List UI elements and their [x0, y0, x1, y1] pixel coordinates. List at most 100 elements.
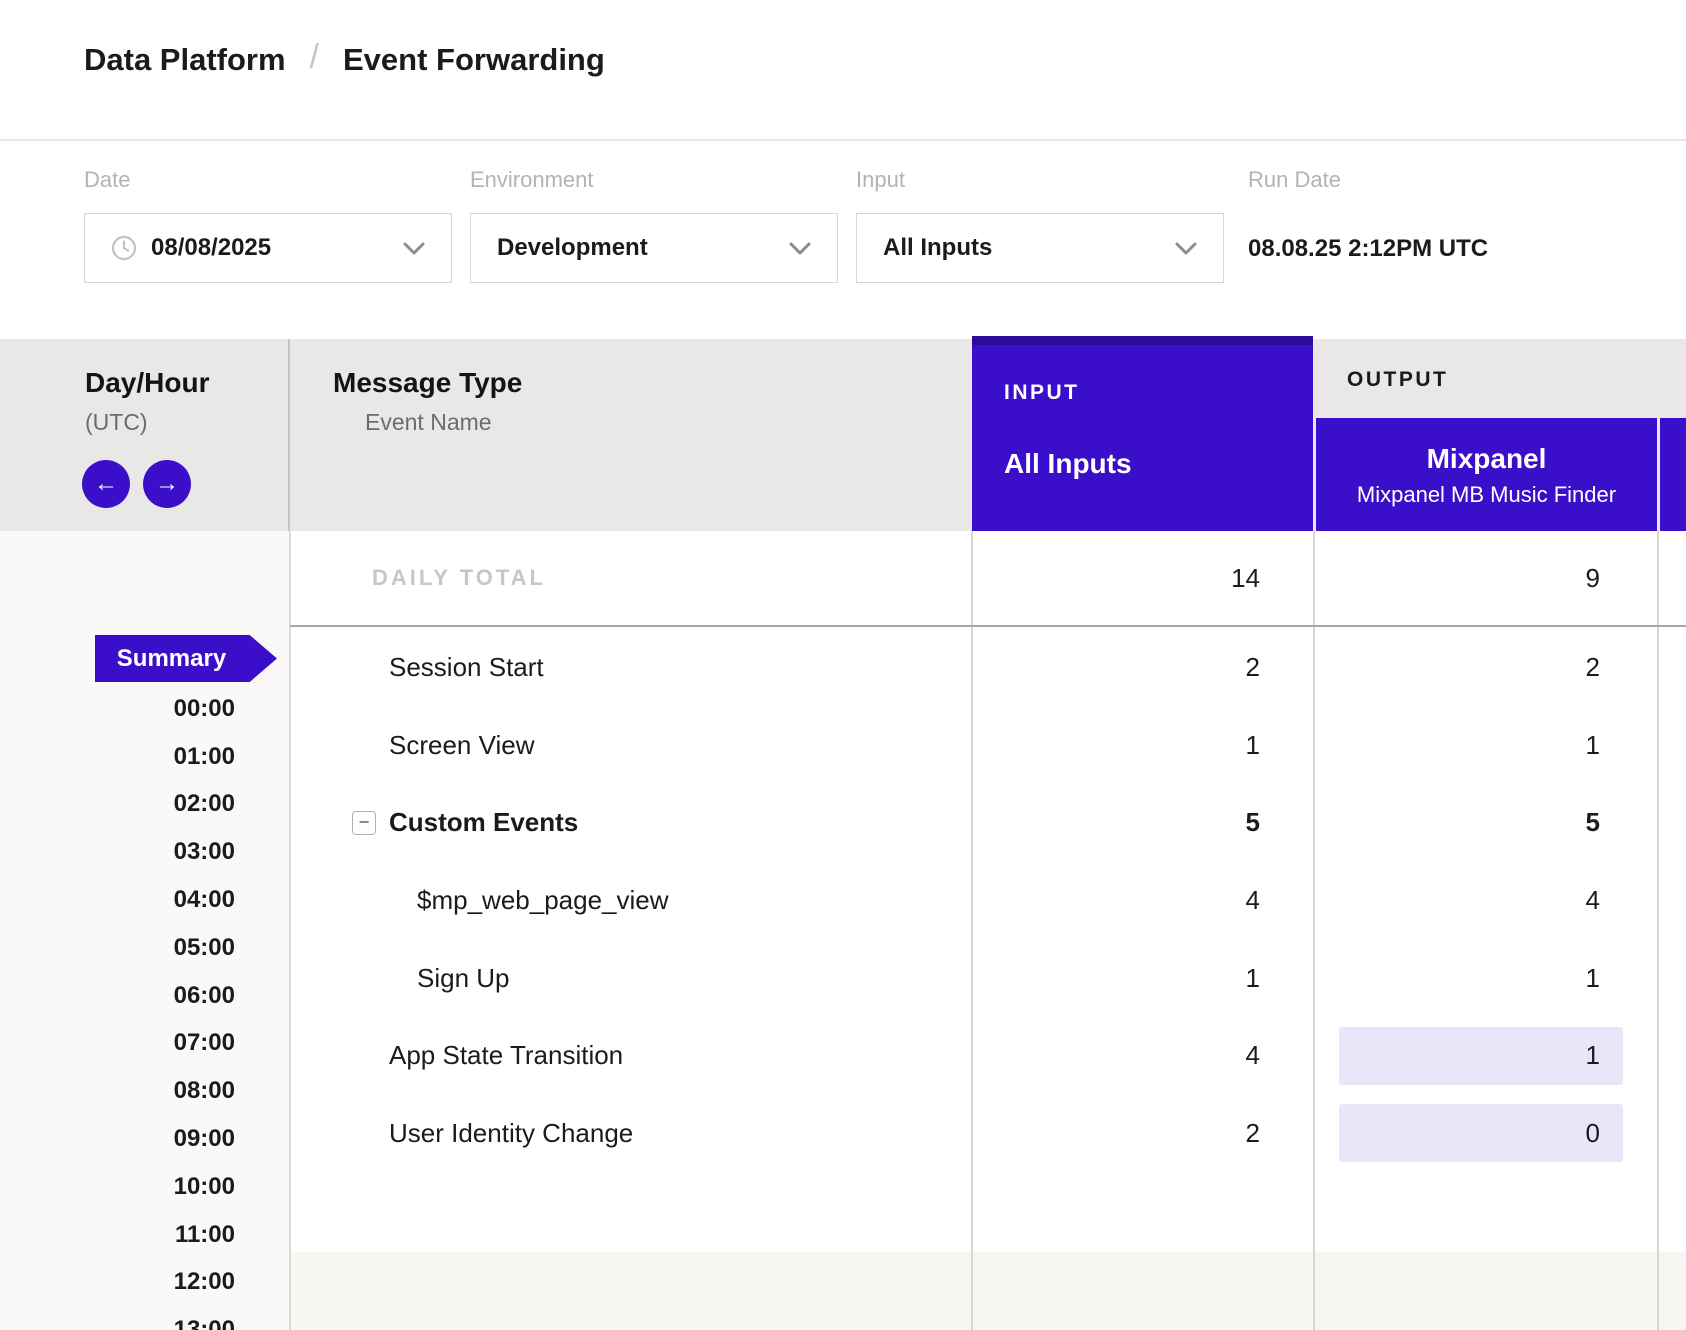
breadcrumb-section[interactable]: Data Platform [84, 42, 286, 78]
output-count-cell: 5 [1313, 784, 1657, 862]
hour-item[interactable]: 03:00 [0, 828, 235, 876]
input-count-cell: 1 [972, 939, 1313, 1017]
environment-value: Development [497, 234, 648, 262]
input-count-cell: 2 [972, 629, 1313, 707]
prev-day-button[interactable]: ← [82, 460, 130, 508]
collapse-toggle-icon[interactable]: − [352, 811, 376, 835]
page-title: Event Forwarding [343, 42, 605, 78]
row-label: App State Transition [389, 1040, 623, 1071]
chevron-down-icon [1175, 242, 1197, 261]
output-section-label: OUTPUT [1347, 368, 1448, 392]
date-dropdown[interactable]: 08/08/2025 [84, 213, 452, 283]
input-label: Input [856, 167, 905, 193]
run-date-label: Run Date [1248, 167, 1341, 193]
chevron-down-icon [403, 242, 425, 261]
next-output-column-header[interactable] [1660, 418, 1686, 532]
table-row: − Session Start 2 2 [290, 629, 1686, 707]
mixpanel-title: Mixpanel [1427, 443, 1547, 475]
row-label-cell: − User Identity Change [290, 1095, 972, 1173]
output-count: 4 [1586, 885, 1600, 916]
output-count-highlight: 1 [1339, 716, 1623, 774]
daily-total-output-value: 9 [1313, 531, 1657, 625]
message-type-title: Message Type [333, 367, 522, 399]
output-count-highlight: 1 [1339, 949, 1623, 1007]
hour-item[interactable]: 05:00 [0, 924, 235, 972]
next-day-button[interactable]: → [143, 460, 191, 508]
output-count-highlight: 0 [1339, 1104, 1623, 1162]
hour-item[interactable]: 09:00 [0, 1115, 235, 1163]
hour-item[interactable]: 06:00 [0, 972, 235, 1020]
row-label-cell: − Sign Up [290, 939, 972, 1017]
output-count-highlight: 5 [1339, 794, 1623, 852]
output-count-cell: 2 [1313, 629, 1657, 707]
environment-dropdown[interactable]: Development [470, 213, 838, 283]
date-label: Date [84, 167, 130, 193]
hour-item[interactable]: 04:00 [0, 876, 235, 924]
output-count: 1 [1586, 1040, 1600, 1071]
output-count-cell: 1 [1313, 939, 1657, 1017]
input-count-cell: 2 [972, 1095, 1313, 1173]
mixpanel-subtitle: Mixpanel MB Music Finder [1357, 482, 1616, 508]
output-count-cell: 4 [1313, 862, 1657, 940]
table-row: − App State Transition 4 1 [290, 1017, 1686, 1095]
input-column-name: All Inputs [1004, 448, 1313, 480]
output-count-highlight: 1 [1339, 1027, 1623, 1085]
output-count: 0 [1586, 1118, 1600, 1149]
hour-item[interactable]: 10:00 [0, 1163, 235, 1211]
breadcrumb-separator: / [310, 38, 319, 77]
table-row: − User Identity Change 2 0 [290, 1095, 1686, 1173]
output-count: 1 [1586, 963, 1600, 994]
output-count-highlight: 2 [1339, 639, 1623, 697]
hour-item[interactable]: 07:00 [0, 1020, 235, 1068]
hour-item[interactable]: 12:00 [0, 1259, 235, 1307]
clock-icon [111, 235, 137, 261]
mixpanel-column-header[interactable]: Mixpanel Mixpanel MB Music Finder [1316, 418, 1657, 532]
date-value: 08/08/2025 [151, 234, 271, 262]
input-value: All Inputs [883, 234, 992, 262]
environment-label: Environment [470, 167, 594, 193]
table-row: − Screen View 1 1 [290, 707, 1686, 785]
hour-item[interactable]: 01:00 [0, 733, 235, 781]
table-body-empty-area [290, 1252, 1686, 1330]
output-count: 1 [1586, 730, 1600, 761]
table-row: − $mp_web_page_view 4 4 [290, 862, 1686, 940]
table-row: − Sign Up 1 1 [290, 939, 1686, 1017]
hour-item[interactable]: 00:00 [0, 685, 235, 733]
daily-total-input-value: 14 [972, 531, 1313, 625]
row-label: Custom Events [389, 807, 578, 838]
event-forwarding-page: Data Platform / Event Forwarding Date 08… [0, 0, 1686, 1330]
hour-item[interactable]: 11:00 [0, 1211, 235, 1259]
row-label-cell: − Custom Events [290, 784, 972, 862]
row-label: Session Start [389, 652, 544, 683]
output-count-cell: 1 [1313, 1017, 1657, 1095]
row-label: User Identity Change [389, 1118, 633, 1149]
day-hour-title: Day/Hour [85, 367, 288, 399]
filter-bar: Date 08/08/2025 Environment Development … [0, 143, 1686, 339]
run-date-value: 08.08.25 2:12PM UTC [1248, 235, 1488, 263]
row-label: $mp_web_page_view [417, 885, 669, 916]
row-label-cell: − Screen View [290, 707, 972, 785]
hour-list: 00:0001:0002:0003:0004:0005:0006:0007:00… [0, 685, 235, 1330]
input-count-cell: 4 [972, 1017, 1313, 1095]
chevron-down-icon [789, 242, 811, 261]
row-label: Screen View [389, 730, 535, 761]
event-name-subtitle: Event Name [365, 409, 522, 436]
hour-item[interactable]: 02:00 [0, 781, 235, 829]
input-dropdown[interactable]: All Inputs [856, 213, 1224, 283]
output-count-cell: 0 [1313, 1095, 1657, 1173]
daily-total-label: DAILY TOTAL [290, 531, 972, 625]
row-label: Sign Up [417, 963, 510, 994]
output-count-highlight: 4 [1339, 872, 1623, 930]
hour-item[interactable]: 13:00 [0, 1306, 235, 1330]
row-label-cell: − App State Transition [290, 1017, 972, 1095]
input-column-header[interactable]: INPUT All Inputs [972, 336, 1313, 532]
input-count-cell: 5 [972, 784, 1313, 862]
input-section-label: INPUT [1004, 381, 1313, 405]
output-count: 2 [1586, 652, 1600, 683]
hour-item[interactable]: 08:00 [0, 1067, 235, 1115]
message-type-header: Message Type Event Name [333, 367, 522, 436]
output-count-cell: 1 [1313, 707, 1657, 785]
message-rows: − Session Start 2 2 − Screen View 1 1 [290, 629, 1686, 1172]
row-label-cell: − Session Start [290, 629, 972, 707]
summary-row-selector[interactable]: Summary [95, 635, 277, 682]
